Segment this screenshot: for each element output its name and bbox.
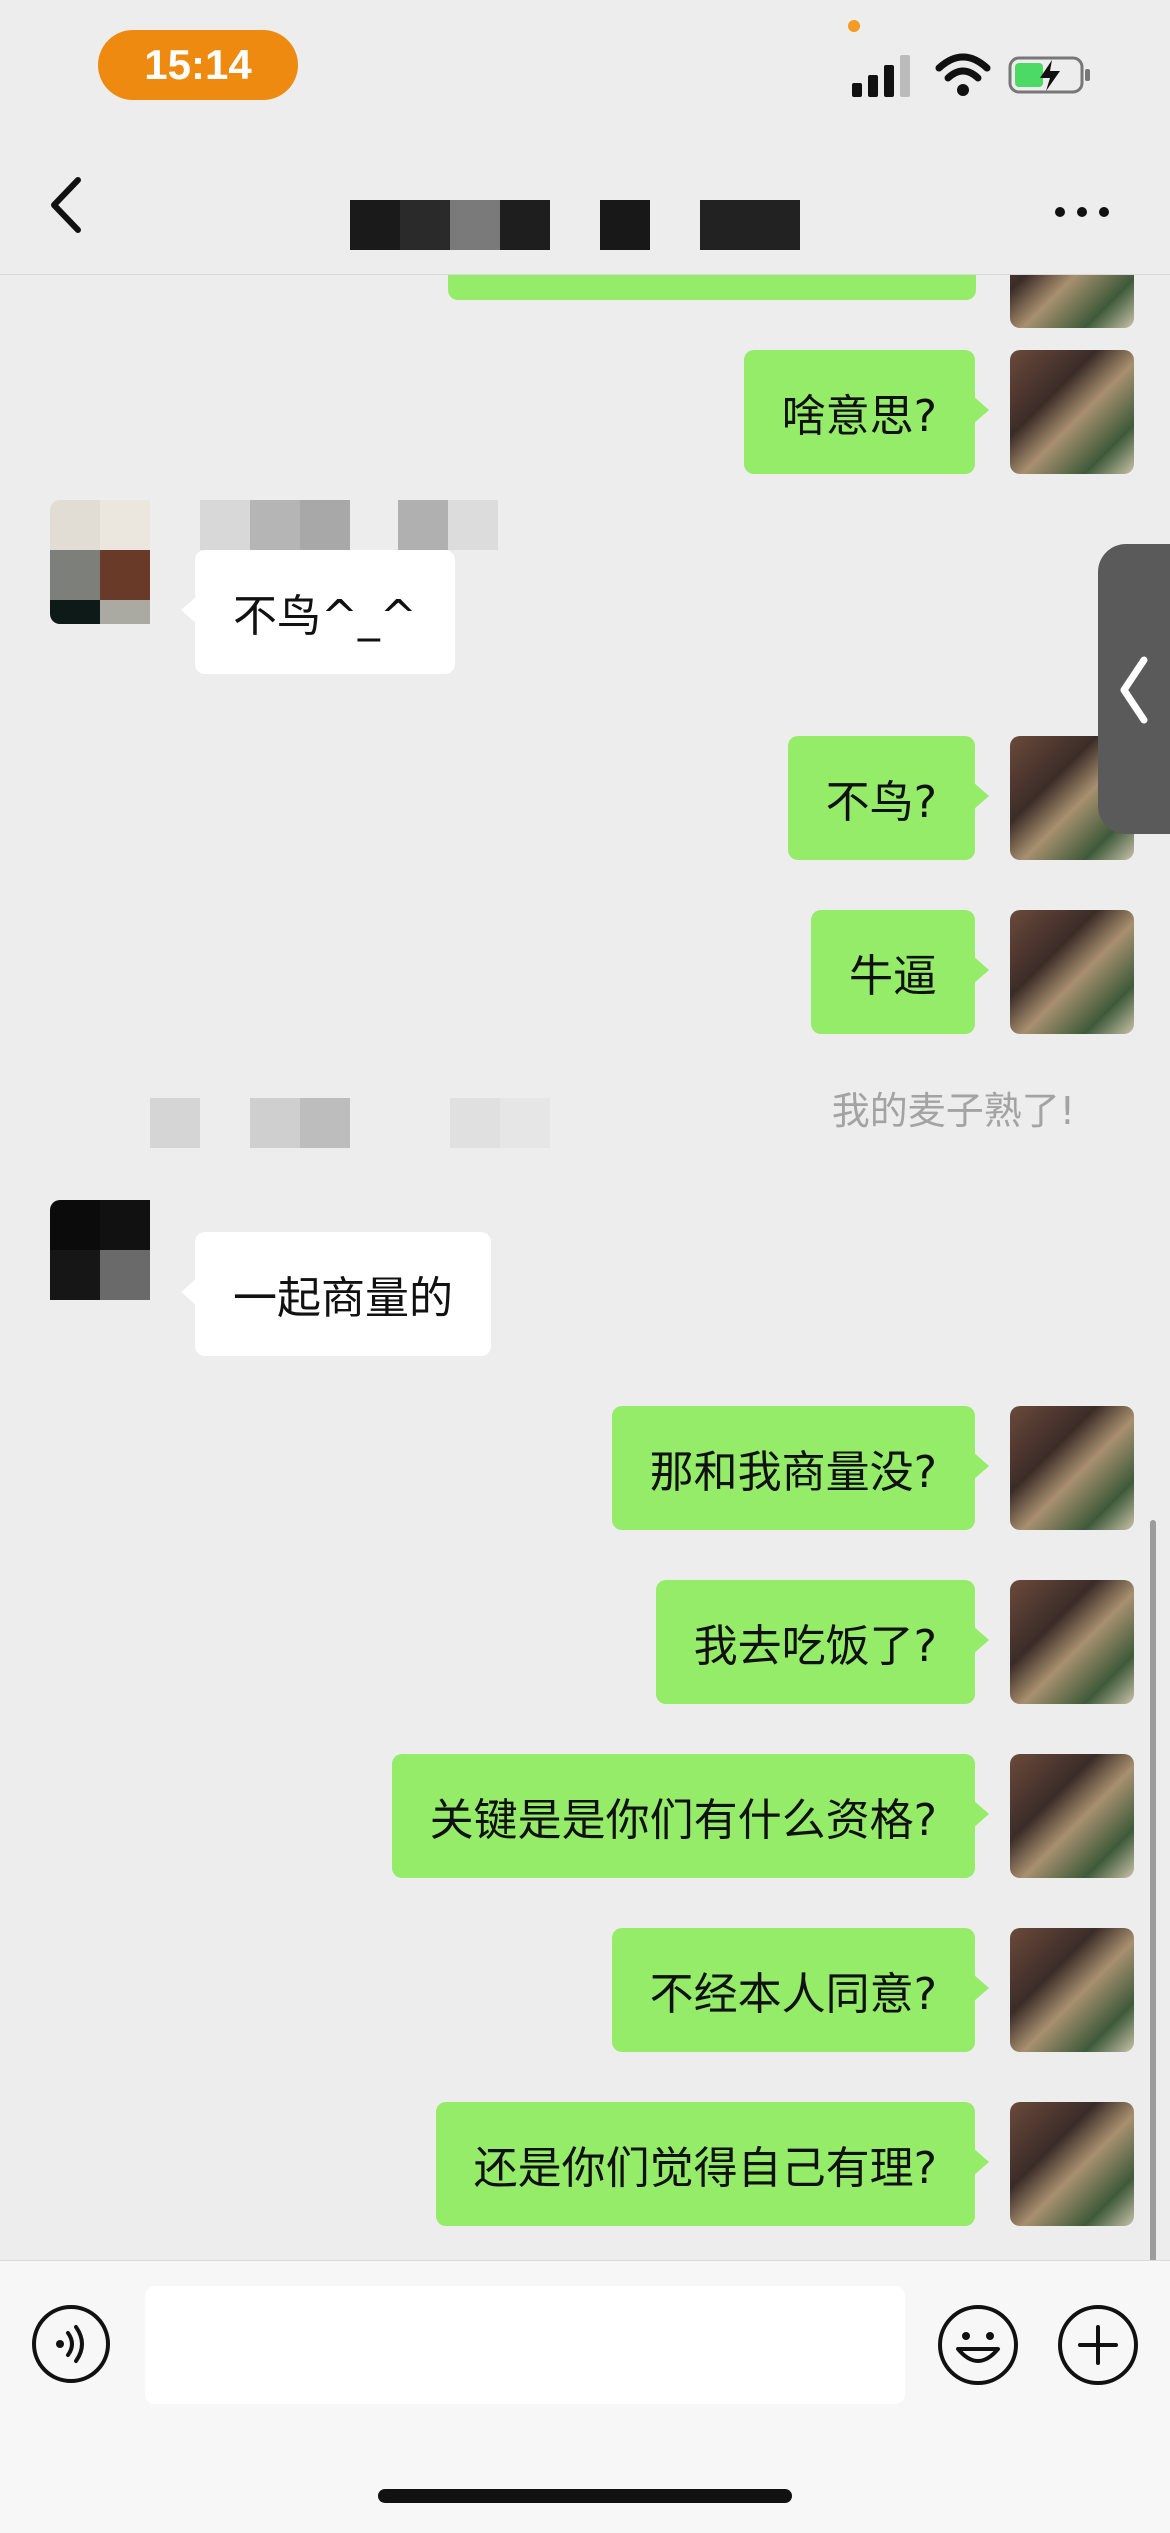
chevron-left-icon[interactable]: [38, 170, 98, 240]
my-message-bubble[interactable]: 啥意思?: [743, 350, 990, 474]
input-bar: [0, 2260, 1170, 2533]
plus-icon[interactable]: [1056, 2303, 1140, 2387]
contact-message-bubble[interactable]: 一起商量的: [181, 1232, 491, 1356]
message-input[interactable]: [145, 2286, 905, 2404]
my-avatar[interactable]: [1010, 274, 1134, 328]
chevron-left-icon: [1120, 656, 1148, 724]
partial-message-bubble: [448, 274, 976, 300]
wifi-icon: [935, 53, 991, 96]
cellular-signal-icon: [852, 55, 910, 97]
blurred-chat-title: [350, 200, 810, 250]
my-message-bubble[interactable]: 不经本人同意?: [611, 1928, 990, 2052]
side-panel-tab[interactable]: [1098, 544, 1170, 834]
contact-message-bubble[interactable]: 不鸟^_^: [181, 550, 455, 674]
home-indicator: [378, 2489, 792, 2503]
my-avatar[interactable]: [1010, 910, 1134, 1034]
my-avatar[interactable]: [1010, 1928, 1134, 2052]
my-message-bubble[interactable]: 我去吃饭了?: [655, 1580, 990, 1704]
contact-avatar[interactable]: [50, 500, 174, 624]
my-avatar[interactable]: [1010, 1406, 1134, 1530]
more-dots-icon[interactable]: [1052, 202, 1112, 222]
my-message-bubble[interactable]: 不鸟?: [787, 736, 990, 860]
message-text-partial: 我的麦子熟了!: [831, 1089, 1075, 1133]
battery-charging-icon: [1008, 56, 1090, 94]
status-bar: 15:14: [0, 0, 1170, 130]
my-message-bubble[interactable]: 还是你们觉得自己有理?: [435, 2102, 990, 2226]
emoji-icon[interactable]: [936, 2303, 1020, 2387]
my-avatar[interactable]: [1010, 1580, 1134, 1704]
message-list[interactable]: 啥意思? 不鸟^_^ 不鸟? 牛逼 我的麦子熟了! 一起商量的 那和我商量没? …: [0, 274, 1170, 2260]
voice-input-icon[interactable]: [30, 2303, 112, 2385]
contact-avatar[interactable]: [50, 1200, 174, 1324]
my-message-bubble[interactable]: 那和我商量没?: [611, 1406, 990, 1530]
my-avatar[interactable]: [1010, 350, 1134, 474]
chat-header: [0, 130, 1170, 275]
status-time: 15:14: [98, 30, 298, 100]
my-avatar[interactable]: [1010, 1754, 1134, 1878]
privacy-indicator-dot: [848, 20, 860, 32]
my-message-bubble[interactable]: 关键是是你们有什么资格?: [391, 1754, 990, 1878]
my-avatar[interactable]: [1010, 2102, 1134, 2226]
my-message-bubble[interactable]: 牛逼: [811, 910, 989, 1034]
scrollbar[interactable]: [1150, 1520, 1156, 2260]
